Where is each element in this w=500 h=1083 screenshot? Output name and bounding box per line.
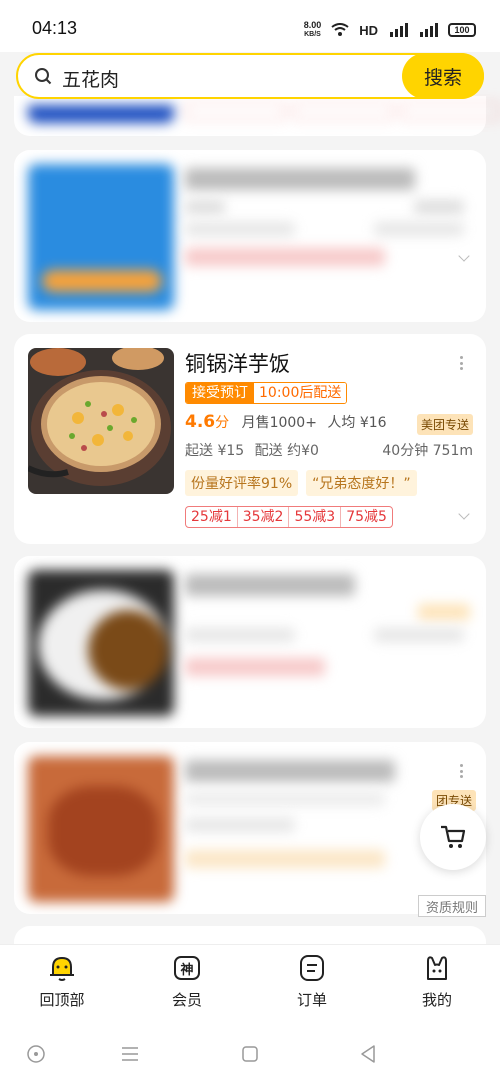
highlight-row: 份量好评率91% “兄弟态度好！” bbox=[185, 470, 417, 496]
rating-score: 4.6 bbox=[185, 412, 216, 432]
search-button[interactable]: 搜索 bbox=[402, 53, 484, 99]
restaurant-card-blurred[interactable] bbox=[14, 556, 486, 728]
expand-chevron-icon[interactable] bbox=[458, 250, 470, 262]
rating-unit: 分 bbox=[215, 415, 230, 431]
svg-text:神: 神 bbox=[180, 962, 193, 978]
wifi-icon bbox=[331, 23, 349, 36]
min-order: 起送 ¥15 bbox=[185, 443, 245, 459]
blurred-text bbox=[185, 818, 295, 832]
discount-tag: 25减1 bbox=[186, 507, 238, 527]
discount-row-partial bbox=[185, 102, 500, 120]
blurred-text bbox=[185, 168, 415, 190]
blurred-text bbox=[185, 628, 295, 642]
battery-icon: 100 bbox=[448, 23, 476, 37]
restaurant-card[interactable]: 铜锅洋芋饭 接受预订 10:00后配送 4.6分 月售1000+ 人均 ¥16 … bbox=[14, 334, 486, 544]
more-options-icon[interactable] bbox=[460, 356, 464, 370]
back-icon[interactable] bbox=[356, 1042, 380, 1066]
restaurant-card-blurred[interactable]: 团专送 bbox=[14, 742, 486, 914]
eta-distance: 40分钟 751m bbox=[382, 443, 473, 459]
discount-tag: 55减3 bbox=[289, 507, 342, 527]
tab-orders[interactable]: 订单 bbox=[262, 951, 362, 1017]
shen-icon: 神 bbox=[174, 956, 200, 980]
cart-icon bbox=[441, 825, 466, 848]
search-bar: 五花肉 搜索 bbox=[16, 53, 484, 99]
assistant-icon[interactable] bbox=[24, 1042, 48, 1066]
rabbit-icon bbox=[427, 956, 447, 980]
store-thumbnail bbox=[28, 756, 174, 902]
restaurant-card-blurred[interactable] bbox=[14, 150, 486, 322]
signal-icon-2 bbox=[420, 23, 438, 37]
blurred-tags bbox=[185, 850, 385, 868]
restaurant-card-partial-bottom[interactable] bbox=[14, 926, 486, 946]
blurred-tags bbox=[185, 658, 325, 676]
hd-indicator: HD bbox=[359, 22, 378, 38]
tab-label: 回顶部 bbox=[39, 991, 85, 1009]
discount-row: 25减1 35减2 55减3 75减5 bbox=[185, 506, 393, 528]
monthly-sales: 月售1000+ bbox=[241, 415, 317, 431]
highlight-tag: “兄弟态度好！” bbox=[306, 470, 417, 496]
delivery-time-label: 10:00后配送 bbox=[254, 383, 347, 403]
cart-button[interactable] bbox=[420, 804, 486, 870]
blurred-text bbox=[185, 200, 225, 214]
signal-icon bbox=[390, 23, 408, 37]
tab-label: 我的 bbox=[421, 991, 452, 1009]
tab-mine[interactable]: 我的 bbox=[387, 951, 487, 1017]
status-time: 04:13 bbox=[32, 18, 78, 38]
more-options-icon[interactable] bbox=[460, 764, 464, 778]
food-image bbox=[28, 348, 174, 494]
blurred-text bbox=[185, 760, 395, 782]
store-thumbnail-partial bbox=[28, 105, 174, 123]
discount-tag: 75减5 bbox=[346, 509, 387, 525]
discount-tag-blurred bbox=[401, 102, 500, 120]
qualification-rules-link[interactable]: 资质规则 bbox=[418, 895, 486, 917]
blurred-text bbox=[185, 792, 385, 806]
blurred-text bbox=[414, 200, 464, 214]
blurred-text bbox=[374, 222, 464, 236]
discount-tag-blurred bbox=[293, 102, 393, 120]
net-speed: 8.00 KB/S bbox=[304, 21, 322, 39]
tab-label: 订单 bbox=[296, 991, 327, 1009]
order-icon bbox=[300, 955, 324, 981]
search-input[interactable]: 五花肉 bbox=[62, 65, 119, 92]
bottom-tab-bar: 回顶部 神 会员 订单 我的 bbox=[0, 944, 500, 1024]
status-bar: 04:13 8.00 KB/S HD 100 bbox=[0, 0, 500, 52]
preorder-tag: 接受预订 10:00后配送 bbox=[185, 382, 348, 404]
delivery-row: 起送 ¥15 配送 约¥0 40分钟 751m bbox=[185, 440, 475, 460]
tab-back-to-top[interactable]: 回顶部 bbox=[12, 951, 112, 1017]
discount-tag: 35减2 bbox=[238, 507, 290, 527]
net-speed-unit: KB/S bbox=[304, 31, 321, 38]
discount-tag-blurred bbox=[185, 102, 285, 120]
tab-label: 会员 bbox=[171, 991, 202, 1009]
system-nav-bar bbox=[0, 1024, 500, 1083]
tab-member[interactable]: 神 会员 bbox=[137, 951, 237, 1017]
restaurant-name[interactable]: 铜锅洋芋饭 bbox=[185, 348, 290, 378]
bell-icon bbox=[50, 956, 74, 981]
expand-chevron-icon[interactable] bbox=[458, 508, 470, 520]
highlight-tag: 份量好评率91% bbox=[185, 470, 299, 496]
home-icon[interactable] bbox=[238, 1042, 262, 1066]
store-thumbnail bbox=[28, 164, 174, 310]
store-thumbnail bbox=[28, 348, 174, 494]
blurred-text bbox=[185, 574, 355, 596]
blurred-badge bbox=[418, 604, 470, 620]
store-thumbnail bbox=[28, 570, 174, 716]
menu-icon[interactable] bbox=[118, 1042, 142, 1066]
delivery-badge: 美团专送 bbox=[416, 414, 473, 435]
blurred-text bbox=[374, 628, 464, 642]
search-icon bbox=[35, 68, 52, 85]
delivery-fee: 配送 约¥0 bbox=[254, 443, 319, 459]
blurred-text bbox=[185, 222, 295, 236]
net-speed-value: 8.00 bbox=[303, 20, 322, 30]
blurred-tags bbox=[185, 248, 385, 266]
status-icons: 8.00 KB/S HD 100 bbox=[304, 18, 476, 42]
avg-price: 人均 ¥16 bbox=[327, 415, 387, 431]
preorder-label: 接受预订 bbox=[186, 383, 254, 403]
rating-row: 4.6分 月售1000+ 人均 ¥16 美团专送 bbox=[185, 412, 475, 436]
